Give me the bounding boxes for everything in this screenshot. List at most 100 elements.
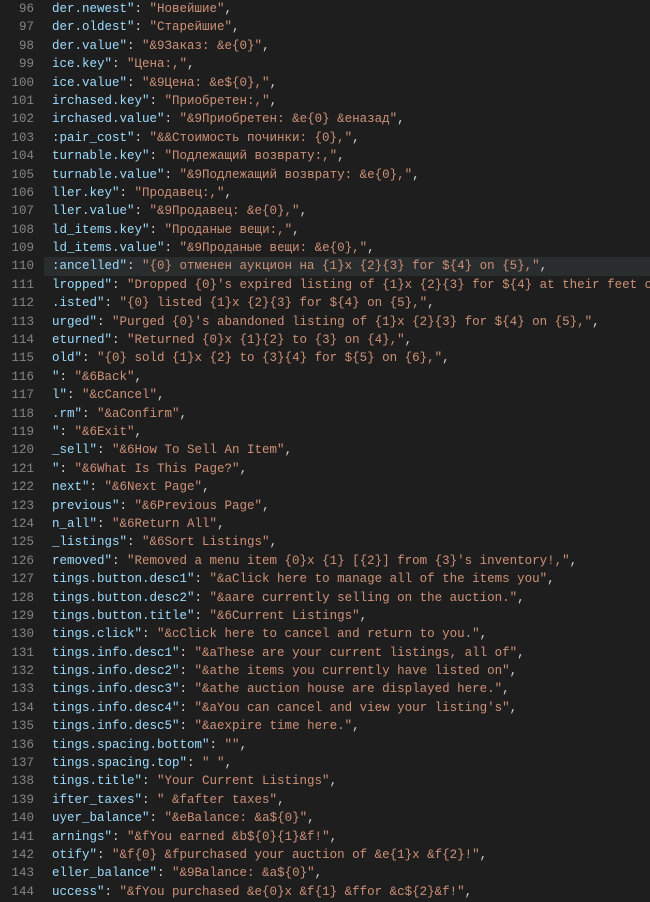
json-string: "&aare currently selling on the auction.… [210,591,518,605]
json-string: "&cClick here to cancel and return to yo… [157,627,480,641]
code-line[interactable]: tings.click": "&cClick here to cancel an… [44,625,650,643]
line-number: 127 [0,570,34,588]
punctuation: : [180,701,195,715]
code-line[interactable]: der.value": "&9Заказ: &e{0}", [44,37,650,55]
punctuation: , [232,20,240,34]
json-key: next" [52,480,90,494]
punctuation: : [127,259,142,273]
punctuation: , [225,186,233,200]
json-key: old" [52,351,82,365]
code-line[interactable]: previous": "&6Previous Page", [44,497,650,515]
code-line[interactable]: ": "&6Exit", [44,423,650,441]
line-number: 111 [0,276,34,294]
line-number: 137 [0,754,34,772]
line-number: 129 [0,607,34,625]
code-line[interactable]: .rm": "&aConfirm", [44,405,650,423]
code-line[interactable]: tings.info.desc1": "&aThese are your cur… [44,644,650,662]
punctuation: , [540,259,548,273]
code-line[interactable]: tings.button.desc2": "&aare currently se… [44,589,650,607]
punctuation: : [60,370,75,384]
json-string: "&athe items you currently have listed o… [195,664,510,678]
code-line[interactable]: tings.info.desc5": "&aexpire time here."… [44,717,650,735]
json-string: "&9Подлежащий возврату: &e{0}," [180,168,413,182]
code-line[interactable]: turnable.value": "&9Подлежащий возврату:… [44,166,650,184]
code-line[interactable]: n_all": "&6Return All", [44,515,650,533]
code-line[interactable]: removed": "Removed a menu item {0}x {1} … [44,552,650,570]
code-line[interactable]: _listings": "&6Sort Listings", [44,533,650,551]
code-line[interactable]: tings.button.desc1": "&aClick here to ma… [44,570,650,588]
line-number: 121 [0,460,34,478]
punctuation: : [82,351,97,365]
code-line[interactable]: ld_items.value": "&9Проданые вещи: &e{0}… [44,239,650,257]
code-line[interactable]: der.newest": "Новейшие", [44,0,650,18]
punctuation: , [300,204,308,218]
punctuation: : [112,278,127,292]
json-string: "&f{0} &fpurchased your auction of &e{1}… [112,848,480,862]
line-number: 140 [0,809,34,827]
code-line[interactable]: eller_balance": "&9Balance: &a${0}", [44,864,650,882]
code-line[interactable]: turnable.key": "Подлежащий возврату:,", [44,147,650,165]
punctuation: : [165,241,180,255]
code-line[interactable]: ller.value": "&9Продавец: &e{0},", [44,202,650,220]
json-string: " " [202,756,225,770]
line-number: 107 [0,202,34,220]
json-string: "&aThese are your current listings, all … [195,646,518,660]
code-line[interactable]: .isted": "{0} listed {1}x {2}{3} for ${4… [44,294,650,312]
line-number: 97 [0,18,34,36]
code-line[interactable]: ice.value": "&9Цена: &e${0},", [44,74,650,92]
punctuation: : [195,591,210,605]
line-number: 125 [0,533,34,551]
code-content[interactable]: der.newest": "Новейшие",der.oldest": "Ст… [44,0,650,902]
code-line[interactable]: irchased.value": "&9Приобретен: &e{0} &e… [44,110,650,128]
code-line[interactable]: :ancelled": "{0} отменен аукцион на {1}x… [44,257,650,275]
json-string: "Старейшие" [150,20,233,34]
code-line[interactable]: urged": "Purged {0}'s abandoned listing … [44,313,650,331]
code-line[interactable]: tings.title": "Your Current Listings", [44,772,650,790]
json-string: "&&Стоимость починки: {0}," [150,131,353,145]
json-string: "&6Next Page" [105,480,203,494]
code-line[interactable]: tings.spacing.top": " ", [44,754,650,772]
code-line[interactable]: der.oldest": "Старейшие", [44,18,650,36]
code-line[interactable]: ifter_taxes": " &fafter taxes", [44,791,650,809]
code-line[interactable]: eturned": "Returned {0}x {1}{2} to {3} o… [44,331,650,349]
code-line[interactable]: lropped": "Dropped {0}'s expired listing… [44,276,650,294]
code-line[interactable]: ller.key": "Продавец:,", [44,184,650,202]
json-key: tings.info.desc4" [52,701,180,715]
code-line[interactable]: ": "&6What Is This Page?", [44,460,650,478]
punctuation: , [262,499,270,513]
code-line[interactable]: tings.info.desc2": "&athe items you curr… [44,662,650,680]
punctuation: , [337,149,345,163]
line-number: 138 [0,772,34,790]
punctuation: , [352,131,360,145]
code-line[interactable]: tings.button.title": "&6Current Listings… [44,607,650,625]
punctuation: , [480,848,488,862]
punctuation: , [480,627,488,641]
code-line[interactable]: uyer_balance": "&eBalance: &a${0}", [44,809,650,827]
code-line[interactable]: ld_items.key": "Проданые вещи:,", [44,221,650,239]
code-line[interactable]: old": "{0} sold {1}x {2} to {3}{4} for $… [44,349,650,367]
code-line[interactable]: uccess": "&fYou purchased &e{0}x &f{1} &… [44,883,650,901]
json-key: _sell" [52,443,97,457]
code-line[interactable]: l": "&cCancel", [44,386,650,404]
code-line[interactable]: _sell": "&6How To Sell An Item", [44,441,650,459]
code-line[interactable]: arnings": "&fYou earned &b${0}{1}&f!", [44,828,650,846]
json-key: uyer_balance" [52,811,150,825]
code-line[interactable]: tings.info.desc4": "&aYou can cancel and… [44,699,650,717]
punctuation: : [97,315,112,329]
json-key: der.oldest" [52,20,135,34]
code-line[interactable]: ": "&6Back", [44,368,650,386]
code-line[interactable]: ice.key": "Цена:,", [44,55,650,73]
code-line[interactable]: next": "&6Next Page", [44,478,650,496]
json-key: .isted" [52,296,105,310]
code-line[interactable]: :pair_cost": "&&Стоимость починки: {0},"… [44,129,650,147]
line-number: 135 [0,717,34,735]
code-line[interactable]: otify": "&f{0} &fpurchased your auction … [44,846,650,864]
line-number: 96 [0,0,34,18]
punctuation: , [592,315,600,329]
code-line[interactable]: tings.info.desc3": "&athe auction house … [44,680,650,698]
code-editor[interactable]: 9697989910010110210310410510610710810911… [0,0,650,902]
json-string: "&6Previous Page" [135,499,263,513]
code-line[interactable]: irchased.key": "Приобретен:,", [44,92,650,110]
json-string: "&6How To Sell An Item" [112,443,285,457]
code-line[interactable]: tings.spacing.bottom": "", [44,736,650,754]
